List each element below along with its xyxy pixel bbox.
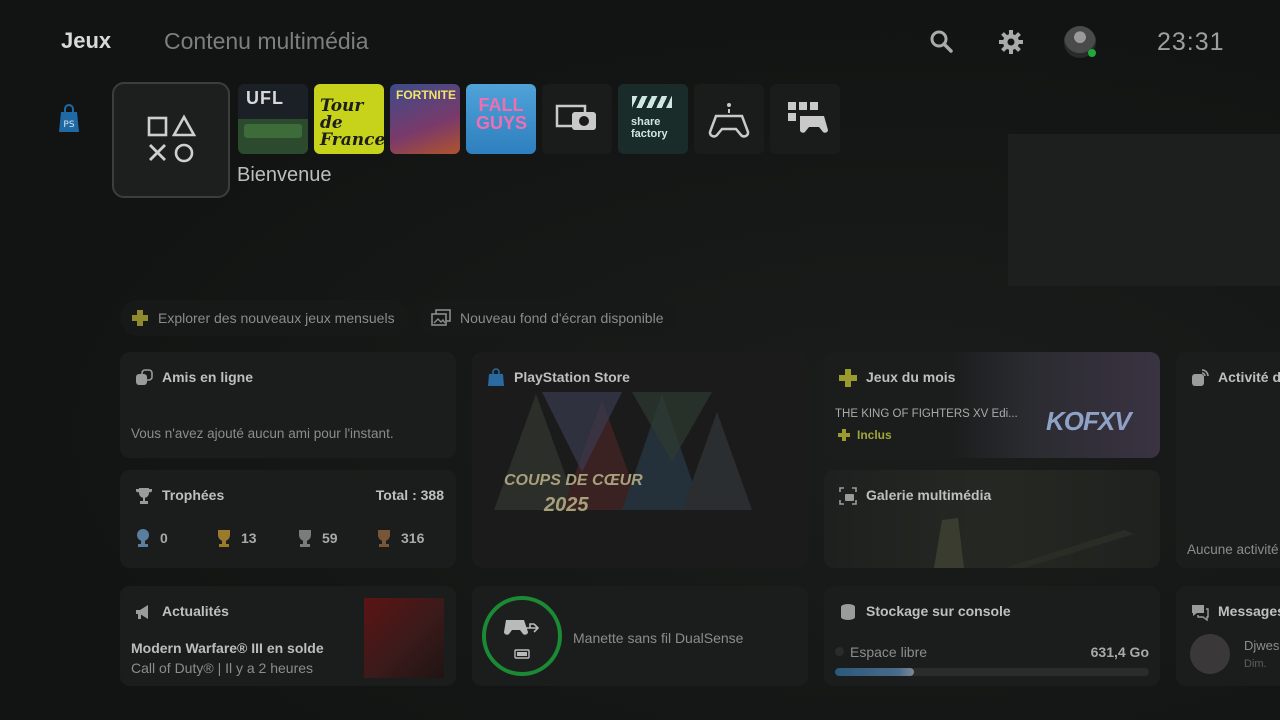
gallery-icon	[839, 487, 857, 505]
pill-label: Nouveau fond d'écran disponible	[460, 310, 664, 326]
ps-plus-icon	[132, 310, 148, 326]
free-space-dot	[835, 647, 844, 656]
banner-title: COUPS DE CŒUR	[504, 472, 643, 489]
news-subline: Call of Duty® | Il y a 2 heures	[131, 660, 314, 676]
bronze-trophy-icon	[378, 530, 390, 547]
message-bubbles-icon	[1192, 605, 1209, 622]
dualsense-controller-card[interactable]: Manette sans fil DualSense	[472, 586, 808, 686]
card-title: Trophées	[162, 487, 225, 503]
gear-icon[interactable]	[997, 28, 1025, 56]
free-space-value: 631,4 Go	[1090, 644, 1149, 660]
clock: 23:31	[1157, 28, 1225, 56]
megaphone-icon	[136, 605, 148, 619]
messages-card[interactable]: Messages Djwes Dim.	[1176, 586, 1280, 686]
pill-label: Explorer des nouveaux jeux mensuels	[158, 310, 395, 326]
message-sender: Djwes	[1244, 638, 1280, 653]
tab-media[interactable]: Contenu multimédia	[164, 28, 369, 55]
controller-usb-icon	[504, 620, 540, 659]
game-tile-ufl[interactable]: UFL	[238, 84, 308, 154]
share-factory-tile[interactable]: share factory	[618, 84, 688, 154]
store-bag-icon	[488, 368, 504, 386]
free-space-label: Espace libre	[850, 644, 928, 660]
media-gallery-card[interactable]: Galerie multimédia	[824, 470, 1160, 568]
tab-games[interactable]: Jeux	[61, 28, 111, 54]
controller-battery-ring	[482, 596, 562, 676]
storage-bar	[835, 668, 1149, 676]
welcome-tile[interactable]	[112, 82, 230, 198]
news-thumbnail	[364, 598, 444, 678]
card-title: PlayStation Store	[514, 369, 630, 385]
game-tile-tour-de-france[interactable]: Tour de France	[314, 84, 384, 154]
game-logo: KOFXV	[1046, 406, 1132, 436]
game-base-tile[interactable]	[694, 84, 764, 154]
friends-empty-message: Vous n'avez ajouté aucun ami pour l'inst…	[131, 426, 394, 441]
message-time: Dim.	[1244, 658, 1267, 670]
news-headline: Modern Warfare® III en solde	[131, 640, 324, 656]
background-panel	[1008, 134, 1280, 286]
friends-icon	[136, 369, 153, 385]
card-title: Galerie multimédia	[866, 487, 992, 503]
camera-icon	[555, 104, 596, 130]
explore-monthly-games-pill[interactable]: Explorer des nouveaux jeux mensuels	[120, 300, 409, 336]
card-title: Amis en ligne	[162, 369, 254, 385]
library-icon	[788, 102, 828, 133]
online-status-dot	[1088, 49, 1096, 57]
svg-text:PS: PS	[63, 120, 74, 130]
trophy-bronze: 316	[375, 528, 424, 548]
trophies-card[interactable]: Trophées Total : 388 0 13 59 316	[120, 470, 456, 568]
platinum-trophy-icon	[137, 529, 149, 547]
storage-icon	[841, 604, 855, 620]
trophy-gold: 13	[215, 528, 257, 548]
sender-avatar	[1190, 634, 1230, 674]
card-title: Messages	[1218, 603, 1280, 619]
trophy-total: Total : 388	[375, 487, 444, 503]
playstation-store-icon[interactable]: PS	[56, 104, 82, 134]
trophy-silver: 59	[296, 528, 338, 548]
card-title: Stockage sur console	[866, 603, 1011, 619]
playstation-store-card[interactable]: PlayStation Store COUPS DE CŒUR 2025	[472, 352, 808, 568]
activity-icon	[1192, 369, 1209, 386]
wallpaper-icon	[431, 309, 451, 326]
controller-name: Manette sans fil DualSense	[573, 630, 744, 646]
game-tile-fall-guys[interactable]: FALL GUYS	[466, 84, 536, 154]
storage-bar-fill	[835, 668, 914, 676]
news-card[interactable]: Actualités Modern Warfare® III en solde …	[120, 586, 456, 686]
activity-empty-message: Aucune activité	[1187, 542, 1279, 557]
game-library-tile[interactable]	[770, 84, 840, 154]
search-icon[interactable]	[928, 28, 956, 56]
welcome-label: Bienvenue	[237, 164, 332, 186]
banner-year: 2025	[544, 494, 589, 516]
ps-plus-icon	[839, 369, 857, 387]
card-title: Actualités	[162, 603, 229, 619]
card-title: Jeux du mois	[866, 369, 956, 385]
trophy-icon	[136, 488, 152, 504]
gallery-thumbnail	[934, 518, 1134, 568]
controller-icon	[708, 103, 750, 138]
monthly-game-title: THE KING OF FIGHTERS XV Edi...	[835, 408, 1018, 420]
ps-plus-small-icon	[838, 429, 850, 441]
activity-card[interactable]: Activité de Aucune activité	[1176, 352, 1280, 568]
playstation-symbols-icon	[147, 114, 197, 163]
card-title: Activité de	[1218, 369, 1280, 385]
game-tile-fortnite[interactable]: FORTNITE	[390, 84, 460, 154]
monthly-games-card[interactable]: Jeux du mois THE KING OF FIGHTERS XV Edi…	[824, 352, 1160, 458]
gold-trophy-icon	[218, 530, 230, 547]
online-friends-card[interactable]: Amis en ligne Vous n'avez ajouté aucun a…	[120, 352, 456, 458]
media-capture-tile[interactable]	[542, 84, 612, 154]
home-screen: Jeux Contenu multimédia 23:31 PS Bienven…	[0, 0, 1280, 720]
included-badge: Inclus	[857, 428, 892, 442]
new-wallpaper-pill[interactable]: Nouveau fond d'écran disponible	[420, 300, 678, 336]
store-banner-art	[494, 392, 752, 510]
trophy-platinum: 0	[134, 528, 168, 548]
silver-trophy-icon	[299, 530, 311, 547]
console-storage-card[interactable]: Stockage sur console Espace libre 631,4 …	[824, 586, 1160, 686]
